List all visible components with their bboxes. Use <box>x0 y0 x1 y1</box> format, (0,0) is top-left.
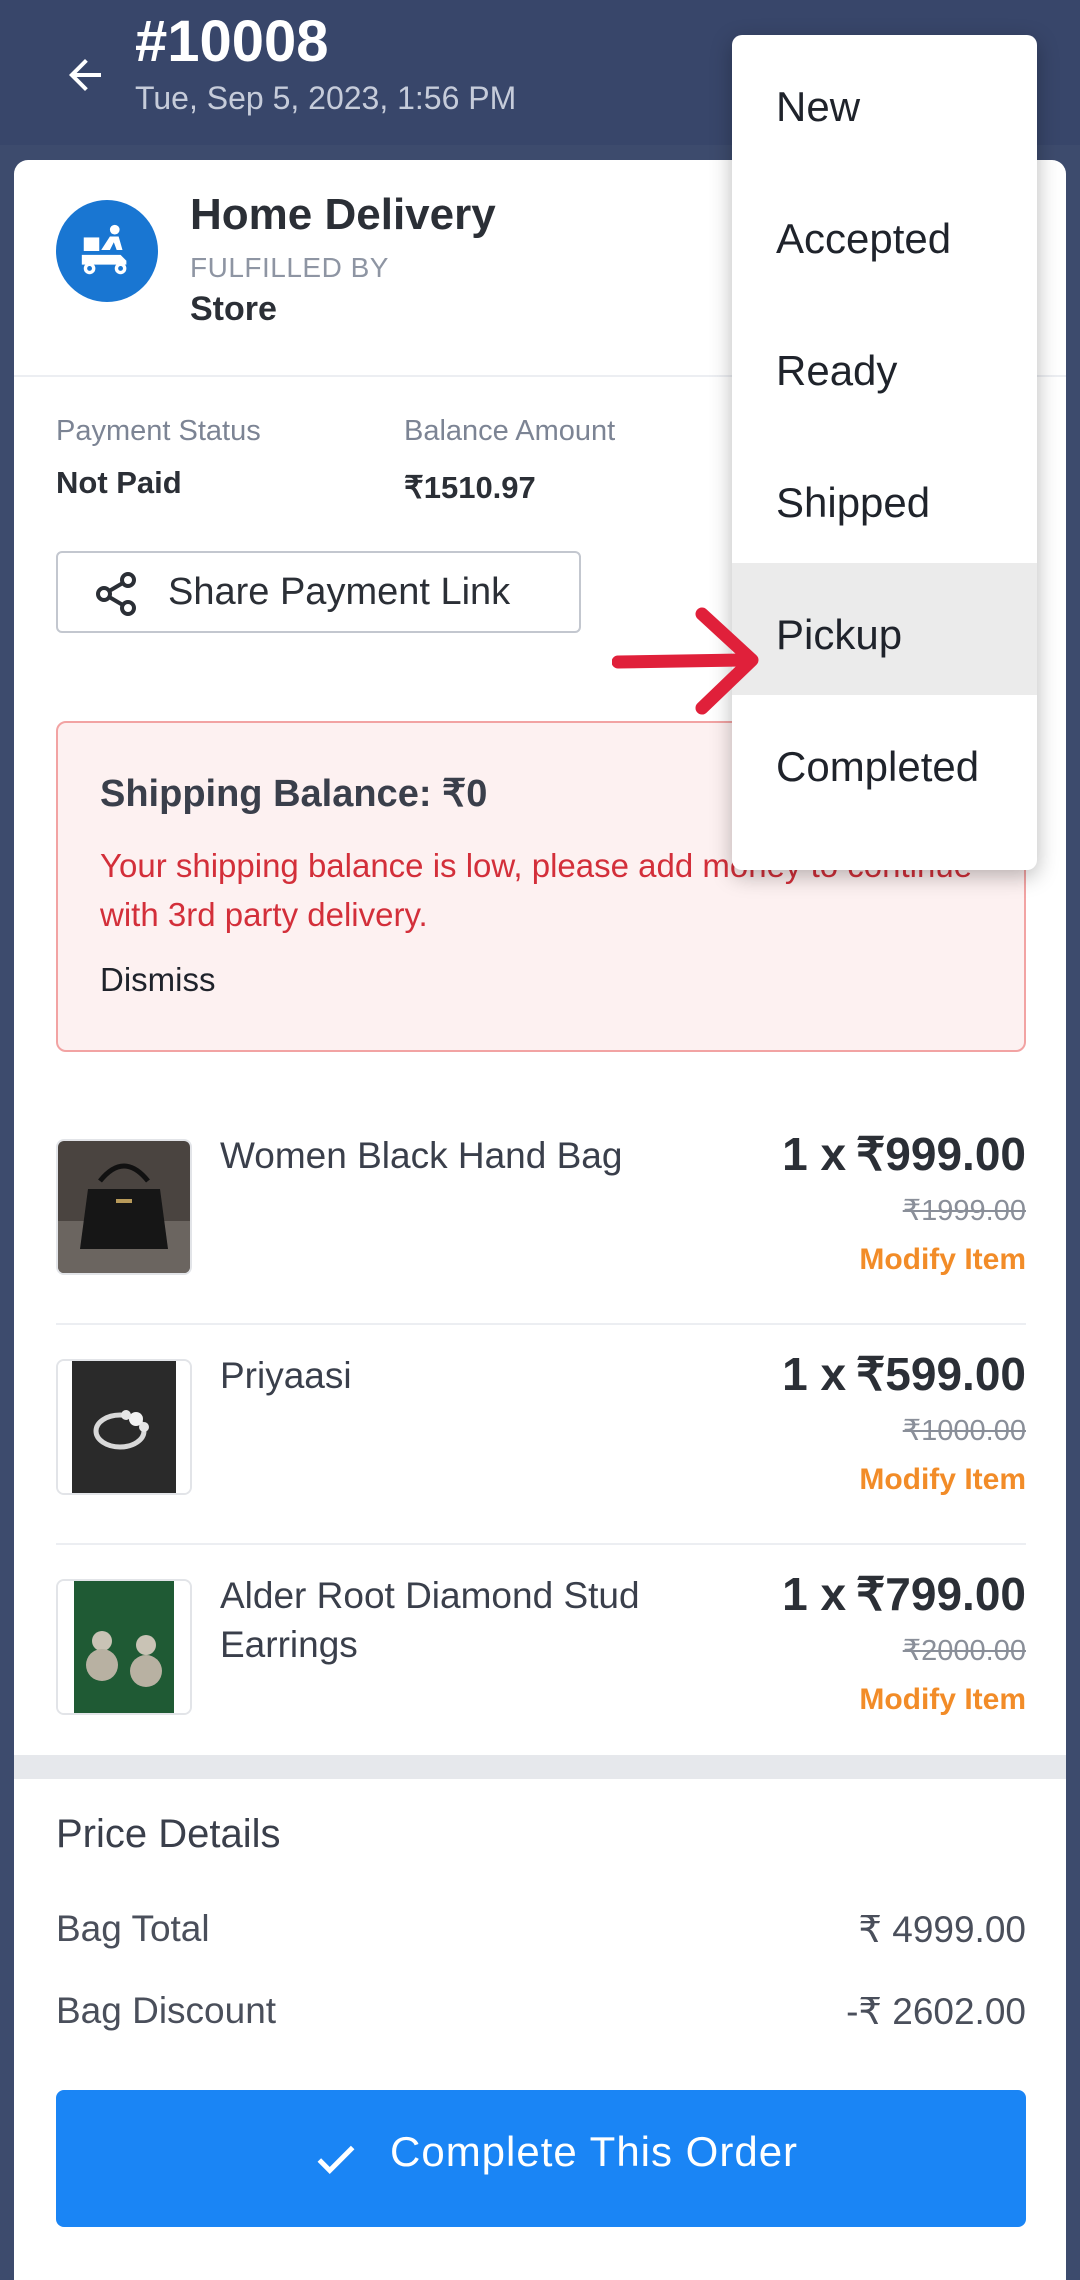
order-date: Tue, Sep 5, 2023, 1:56 PM <box>135 80 517 116</box>
item-name: Alder Root Diamond Stud Earrings <box>220 1575 640 1665</box>
price-details-title: Price Details <box>56 1812 281 1856</box>
item-name: Women Black Hand Bag <box>220 1135 623 1176</box>
fulfilled-by-label: FULFILLED BY <box>190 252 389 283</box>
item-original-price: ₹1999.00 <box>902 1195 1026 1227</box>
modify-item-link[interactable]: Modify Item <box>859 1463 1026 1497</box>
delivery-title: Home Delivery <box>190 190 496 239</box>
item-price-value: ₹799.00 <box>856 1568 1026 1620</box>
menu-item-ready[interactable]: Ready <box>732 299 1037 431</box>
check-icon <box>317 2145 355 2174</box>
menu-item-completed[interactable]: Completed <box>732 695 1037 827</box>
item-price: 1 x ₹599.00 <box>782 1347 1026 1401</box>
order-item: Alder Root Diamond Stud Earrings 1 x ₹799… <box>56 1545 1026 1755</box>
order-item: Women Black Hand Bag 1 x ₹999.00 ₹1999.00… <box>56 1105 1026 1325</box>
payment-status-value: Not Paid <box>56 465 182 500</box>
delivery-scooter-icon <box>56 200 158 302</box>
item-name: Priyaasi <box>220 1355 352 1396</box>
bag-discount-value: -₹ 2602.00 <box>846 1991 1026 2032</box>
menu-item-label: Shipped <box>776 479 931 526</box>
back-button[interactable] <box>50 40 120 110</box>
share-icon <box>96 572 136 616</box>
bag-total-value: ₹ 4999.00 <box>858 1909 1026 1950</box>
share-payment-link-button[interactable]: Share Payment Link <box>56 551 581 633</box>
item-quantity: 1 x <box>782 1348 847 1400</box>
menu-item-new[interactable]: New <box>732 35 1037 167</box>
item-original-price: ₹1000.00 <box>902 1415 1026 1447</box>
balance-amount-value: ₹1510.97 <box>404 470 536 505</box>
dismiss-link[interactable]: Dismiss <box>100 961 215 999</box>
item-original-price: ₹2000.00 <box>902 1635 1026 1667</box>
order-id: #10008 <box>135 9 329 74</box>
item-thumbnail-ring <box>56 1359 192 1495</box>
item-price-value: ₹999.00 <box>856 1128 1026 1180</box>
item-thumbnail-handbag <box>56 1139 192 1275</box>
status-dropdown-menu: New Accepted Ready Shipped Pickup Comple… <box>732 35 1037 870</box>
annotation-arrow-icon <box>612 607 759 715</box>
complete-order-button[interactable]: Complete This Order <box>56 2090 1026 2227</box>
item-quantity: 1 x <box>782 1128 847 1180</box>
menu-item-shipped[interactable]: Shipped <box>732 431 1037 563</box>
item-price: 1 x ₹999.00 <box>782 1127 1026 1181</box>
menu-item-label: New <box>776 83 861 130</box>
complete-order-label: Complete This Order <box>390 2128 799 2175</box>
arrow-left-icon <box>69 59 101 91</box>
menu-item-label: Pickup <box>776 611 903 658</box>
menu-item-label: Ready <box>776 347 898 394</box>
menu-item-pickup[interactable]: Pickup <box>732 563 1037 695</box>
bag-discount-label: Bag Discount <box>56 1990 277 2031</box>
balance-amount-label: Balance Amount <box>404 415 616 447</box>
share-payment-link-label: Share Payment Link <box>168 571 511 613</box>
section-separator <box>14 1755 1066 1779</box>
order-item: Priyaasi 1 x ₹599.00 ₹1000.00 Modify Item <box>56 1325 1026 1545</box>
menu-item-label: Completed <box>776 743 980 790</box>
payment-status-label: Payment Status <box>56 415 261 447</box>
menu-item-accepted[interactable]: Accepted <box>732 167 1037 299</box>
bag-total-label: Bag Total <box>56 1908 210 1949</box>
item-price-value: ₹599.00 <box>856 1348 1026 1400</box>
item-thumbnail-earrings <box>56 1579 192 1715</box>
modify-item-link[interactable]: Modify Item <box>859 1243 1026 1277</box>
alert-title: Shipping Balance: ₹0 <box>100 773 488 815</box>
item-price: 1 x ₹799.00 <box>782 1567 1026 1621</box>
item-quantity: 1 x <box>782 1568 847 1620</box>
modify-item-link[interactable]: Modify Item <box>859 1683 1026 1717</box>
menu-item-label: Accepted <box>776 215 952 262</box>
fulfilled-by-value: Store <box>190 290 277 328</box>
